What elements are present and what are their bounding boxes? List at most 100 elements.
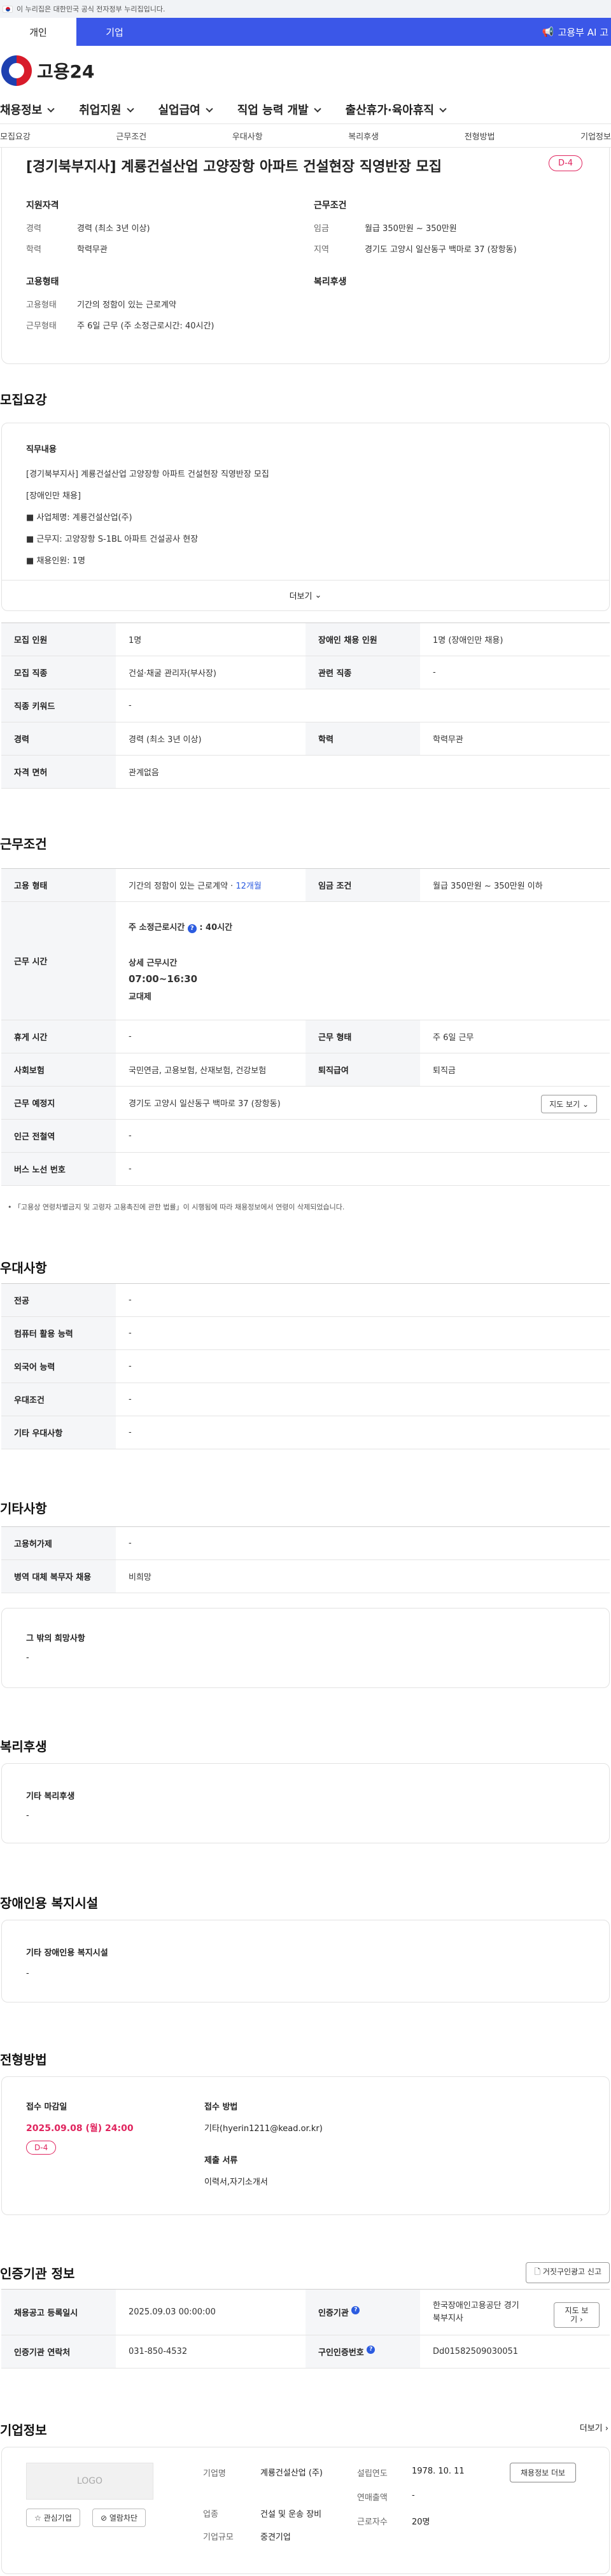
- employees-value: 20명: [412, 2517, 430, 2527]
- docs-head: 제출 서류: [204, 2156, 238, 2165]
- anchor-conditions[interactable]: 근무조건: [116, 130, 146, 142]
- company-logo-placeholder: LOGO: [26, 2463, 153, 2500]
- document-icon: 🗋: [534, 2267, 541, 2276]
- section-title-cert: 인증기관 정보: [0, 2266, 75, 2281]
- recruit-table: 모집 인원 1명 장애인 채용 인원 1명 (장애인만 채용) 모집 직종 건설·채굴 …: [1, 623, 610, 789]
- gnb-label: 채용정보: [0, 104, 43, 117]
- cell-value: 건설·채굴 관리자(부사장): [116, 656, 306, 689]
- report-fake-ad-button[interactable]: 🗋 거짓구인광고 신고: [526, 2262, 610, 2283]
- industry-value: 건설 및 운송 장비: [260, 2510, 322, 2519]
- map-button[interactable]: 지도 보기 ⌄: [541, 1095, 597, 1113]
- preference-table: 전공 - 컴퓨터 활용 능력 - 외국어 능력 - 우대조건 - 기타 우대사항 -: [1, 1283, 610, 1449]
- chevron-down-icon: [47, 105, 55, 113]
- cell-key: 근무 형태: [306, 1020, 420, 1053]
- company-size-key: 기업규모: [203, 2533, 234, 2542]
- other-wishes-head: 그 밖의 희망사항: [26, 1634, 85, 1643]
- job-description-head: 직무내용: [26, 445, 57, 454]
- chevron-right-icon: ›: [580, 2315, 583, 2324]
- cell-value: 학력무관: [420, 722, 610, 756]
- info-icon[interactable]: ?: [187, 924, 197, 933]
- company-name-key: 기업명: [203, 2469, 226, 2479]
- table-row: 컴퓨터 활용 능력 -: [1, 1316, 610, 1350]
- founded-key: 설립연도: [357, 2469, 388, 2479]
- cell-key: 기타 우대사항: [1, 1416, 116, 1449]
- table-row: 자격 면허 관계없음: [1, 755, 610, 789]
- hours-label: 주 소정근로시간: [129, 922, 185, 933]
- cell-value: 비희망: [116, 1559, 610, 1593]
- summary-conditions: 근무조건 임금 월급 350만원 ~ 350만원 지역 경기도 고양시 일산동구 백…: [314, 199, 587, 264]
- tab-company[interactable]: 기업: [76, 18, 153, 46]
- gnb-item-support[interactable]: 취업지원: [79, 101, 134, 118]
- anchor-welfare[interactable]: 복리후생: [348, 130, 379, 142]
- user-type-tabs: 개인 기업 📢 고용부 AI 고: [0, 18, 611, 46]
- cell-value: 퇴직금: [420, 1053, 610, 1087]
- table-row: 휴게 시간 - 근무 형태 주 6일 근무: [1, 1020, 610, 1053]
- site-logo-icon[interactable]: [1, 55, 32, 86]
- global-nav: 채용정보 취업지원 실업급여 직업 능력 개발 출산휴가·육아휴직: [0, 95, 611, 123]
- company-size-value: 중견기업: [260, 2533, 291, 2542]
- gnb-item-unemployment[interactable]: 실업급여: [158, 101, 213, 118]
- company-jobs-button[interactable]: 채용정보 더보: [510, 2463, 577, 2482]
- cell-key: 채용공고 등록일시: [1, 2289, 116, 2335]
- more-label: 더보기: [579, 2424, 603, 2433]
- gnb-label: 실업급여: [158, 104, 200, 117]
- cell-value: 국민연금, 고용보험, 산재보험, 건강보험: [116, 1053, 306, 1087]
- gnb-item-leave[interactable]: 출산휴가·육아휴직: [346, 101, 447, 118]
- gnb-label: 직업 능력 개발: [237, 104, 309, 117]
- table-row: 외국어 능력 -: [1, 1349, 610, 1383]
- cell-value: -: [420, 656, 610, 689]
- disabled-facility-head: 기타 장애인용 복지시설: [26, 1948, 108, 1958]
- anchor-preference[interactable]: 우대사항: [232, 130, 263, 142]
- dday-badge: D-4: [549, 155, 582, 171]
- company-more-link[interactable]: 더보기 ›: [580, 2421, 608, 2433]
- desc-line: [경기북부지사] 계룡건설산업 고양장항 아파트 건설현장 직영반장 모집: [26, 470, 269, 479]
- cell-value: -: [116, 1020, 306, 1053]
- method-head: 접수 방법: [204, 2102, 238, 2112]
- cell-key: 고용 형태: [1, 868, 116, 902]
- block-view-button[interactable]: ⊘ 열람차단: [92, 2509, 146, 2527]
- section-title-conditions: 근무조건: [0, 836, 47, 852]
- anchor-recruit[interactable]: 모집요강: [0, 130, 31, 142]
- summary-value: 학력무관: [77, 245, 108, 255]
- cell-key: 인증기관 ?: [306, 2289, 420, 2335]
- site-logo-text[interactable]: 고용24: [37, 58, 95, 83]
- conditions-table: 고용 형태 기간의 정함이 있는 근로계약 · 12개월 임금 조건 월급 35…: [1, 868, 610, 1186]
- ai-banner-link[interactable]: 📢 고용부 AI 고: [542, 18, 611, 46]
- info-icon[interactable]: ?: [351, 2306, 360, 2314]
- cert-org-name: 한국장애인고용공단 경기북부지사: [433, 2300, 519, 2323]
- section-title-process: 전형방법: [0, 2052, 47, 2067]
- shift-type: 교대제: [129, 992, 151, 1002]
- chevron-down-icon: [439, 105, 447, 113]
- cell-value: 1명 (장애인만 채용): [420, 623, 610, 656]
- dday-badge: D-4: [26, 2141, 57, 2155]
- cell-key: 사회보험: [1, 1053, 116, 1087]
- section-title-disabled: 장애인용 복지시설: [0, 1896, 99, 1911]
- section-anchor-tabs: 모집요강 근무조건 우대사항 복리후생 전형방법 기업정보: [0, 123, 611, 148]
- chevron-down-icon: [206, 105, 213, 113]
- table-row: 직종 키워드 -: [1, 689, 610, 722]
- table-row: 기타 우대사항 -: [1, 1416, 610, 1449]
- hours-range: 07:00~16:30: [129, 973, 198, 985]
- cell-key: 모집 인원: [1, 623, 116, 656]
- cert-map-button[interactable]: 지도 보기 ›: [554, 2302, 600, 2328]
- more-button[interactable]: 더보기 ⌄: [2, 580, 609, 610]
- other-wishes-box: 그 밖의 희망사항 -: [1, 1608, 610, 1688]
- tab-personal[interactable]: 개인: [0, 18, 76, 46]
- anchor-company[interactable]: 기업정보: [580, 130, 611, 142]
- summary-value: 경력 (최소 3년 이상): [77, 224, 150, 234]
- site-header: 고용24: [0, 46, 611, 95]
- anchor-process[interactable]: 전형방법: [465, 130, 495, 142]
- cell-value: 월급 350만원 ~ 350만원 이하: [420, 868, 610, 902]
- welfare-value: -: [26, 1811, 29, 1820]
- gnb-label: 취업지원: [79, 104, 122, 117]
- cell-value: -: [116, 1416, 610, 1449]
- info-icon[interactable]: ?: [367, 2346, 376, 2354]
- gnb-item-training[interactable]: 직업 능력 개발: [237, 101, 321, 118]
- gnb-item-jobs[interactable]: 채용정보: [0, 101, 55, 118]
- table-row: 고용 형태 기간의 정함이 있는 근로계약 · 12개월 임금 조건 월급 35…: [1, 868, 610, 902]
- job-title: [경기북부지사] 계룡건설산업 고양장항 아파트 건설현장 직영반장 모집: [26, 159, 442, 175]
- cell-key: 우대조건: [1, 1383, 116, 1416]
- desc-line: ■ 근무지: 고양장항 S-1BL 아파트 건설공사 현장: [26, 535, 199, 544]
- chevron-down-icon: [126, 105, 134, 113]
- interest-company-button[interactable]: ☆ 관심기업: [26, 2509, 80, 2527]
